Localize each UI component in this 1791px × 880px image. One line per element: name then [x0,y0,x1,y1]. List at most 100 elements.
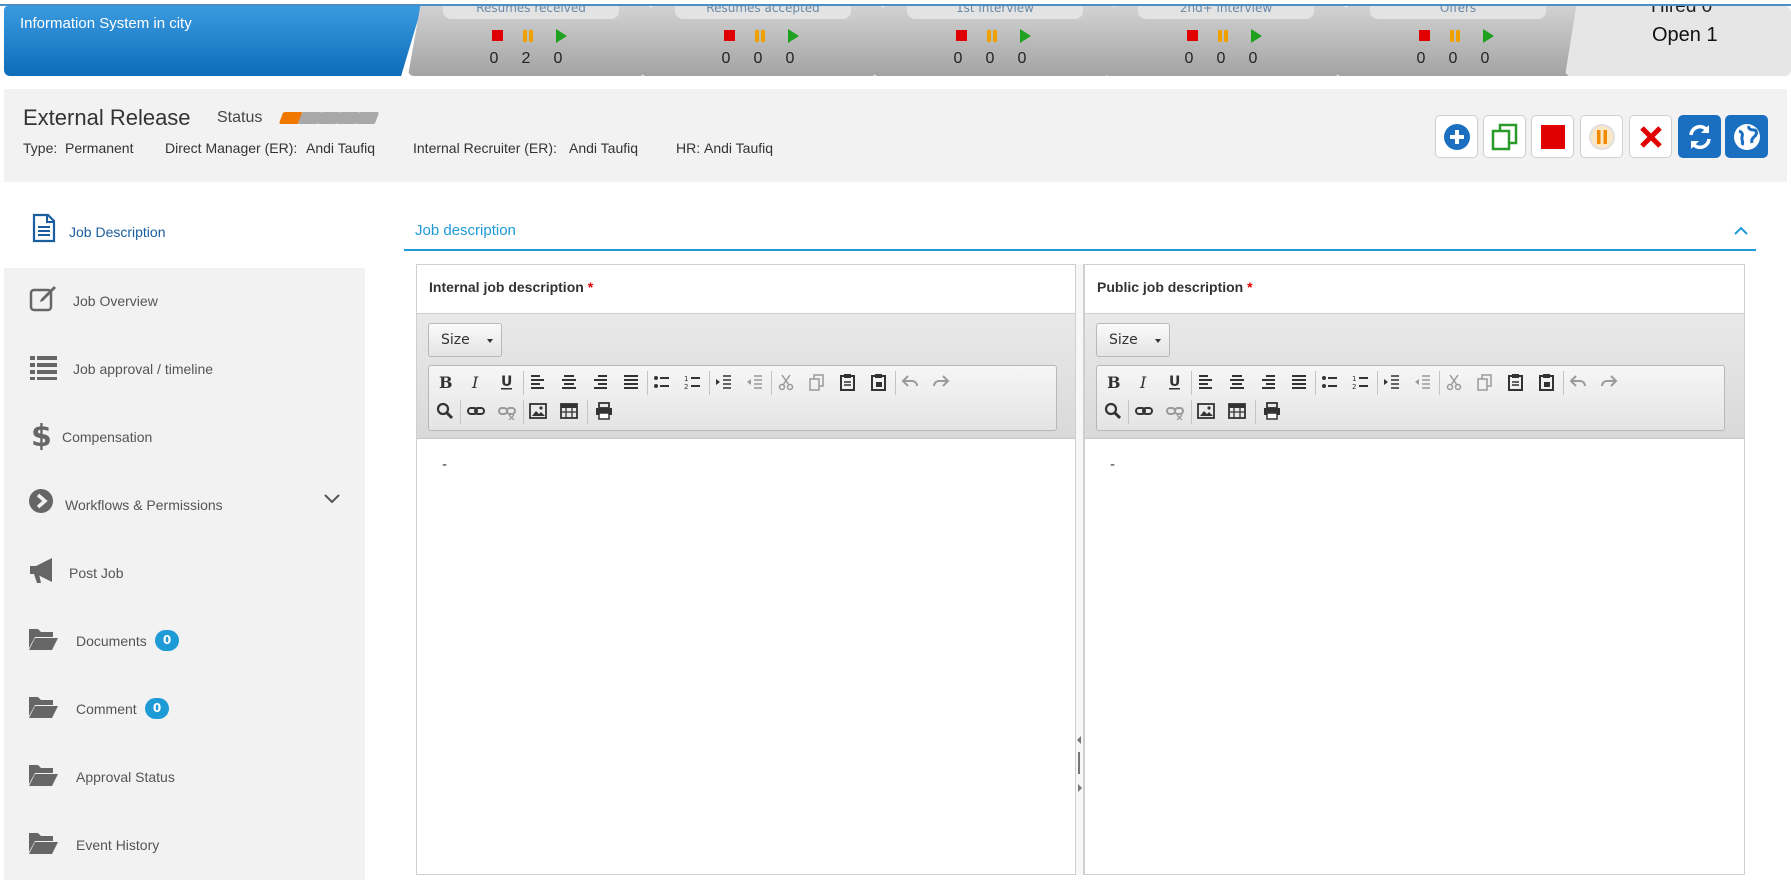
link-button[interactable] [464,399,488,423]
sidebar-item-comment[interactable]: Comment 0 [4,676,365,744]
sidebar-item-post-job[interactable]: Post Job [4,540,365,608]
play-icon[interactable] [788,29,799,43]
pause-icon[interactable] [1218,30,1229,42]
chevron-down-icon[interactable] [324,494,340,504]
sidebar-item-job-approval[interactable]: Job approval / timeline [4,336,365,404]
stage-offers[interactable]: Offers 000 [1335,6,1581,76]
find-button[interactable] [1101,399,1125,423]
image-button[interactable] [1194,399,1218,423]
numbered-list-button[interactable]: 12 [681,370,705,394]
globe-button[interactable] [1725,115,1768,158]
numbered-list-button[interactable]: 12 [1349,370,1373,394]
rich-text-editor[interactable]: - [1085,441,1744,874]
stop-icon[interactable] [724,30,735,41]
align-left-button[interactable] [526,370,550,394]
italic-button[interactable]: I [464,370,488,394]
play-icon[interactable] [1483,29,1494,43]
status-label: Status [217,109,263,126]
image-button[interactable] [526,399,550,423]
align-center-button[interactable] [1225,370,1249,394]
sidebar-item-documents[interactable]: Documents 0 [4,608,365,676]
toolbar-buttons: BI U 12 [1096,365,1725,431]
bold-button[interactable]: B [433,370,457,394]
find-button[interactable] [433,399,457,423]
rich-text-editor[interactable]: - [417,441,1076,874]
svg-text:U: U [501,374,512,390]
redo-button[interactable] [929,370,953,394]
print-button[interactable] [592,399,616,423]
cut-button[interactable] [1442,370,1466,394]
link-button[interactable] [1132,399,1156,423]
cut-button[interactable] [774,370,798,394]
paste-special-button[interactable] [867,370,891,394]
copy-button[interactable] [805,370,829,394]
pause-icon[interactable] [755,30,766,42]
align-right-button[interactable] [1256,370,1280,394]
section-header[interactable]: Job description [404,218,1756,251]
undo-button[interactable] [1566,370,1590,394]
bullet-list-button[interactable] [1318,370,1342,394]
copy-button[interactable] [1473,370,1497,394]
play-icon[interactable] [556,29,567,43]
align-center-button[interactable] [557,370,581,394]
paste-special-button[interactable] [1535,370,1559,394]
stage-resumes-received[interactable]: Resumes received 020 [408,6,654,76]
bold-button[interactable]: B [1101,370,1125,394]
pause-icon[interactable] [523,30,534,42]
stage-1st-interview[interactable]: 1st interview 000 [872,6,1118,76]
panel-splitter[interactable] [1075,264,1084,875]
font-size-select[interactable]: Size [1096,323,1170,357]
refresh-button[interactable] [1678,115,1721,158]
add-button[interactable] [1435,115,1478,158]
play-icon[interactable] [1020,29,1031,43]
bullet-list-button[interactable] [650,370,674,394]
svg-text:2: 2 [1352,383,1356,391]
outdent-button[interactable] [743,370,767,394]
unlink-button[interactable] [495,399,519,423]
sidebar-item-event-history[interactable]: Event History [4,812,365,880]
underline-button[interactable]: U [495,370,519,394]
align-right-button[interactable] [588,370,612,394]
table-button[interactable] [557,399,581,423]
copy-button[interactable] [1483,115,1526,158]
numbered-list-icon: 12 [1352,375,1368,391]
outdent-button[interactable] [1411,370,1435,394]
chevron-up-icon[interactable] [1734,226,1748,235]
table-button[interactable] [1225,399,1249,423]
stop-icon[interactable] [1187,30,1198,41]
close-button[interactable] [1629,115,1672,158]
align-left-button[interactable] [1194,370,1218,394]
paste-button[interactable] [1504,370,1528,394]
sidebar-item-job-description[interactable]: Job Description [4,200,365,268]
stage-resumes-accepted[interactable]: Resumes accepted 000 [640,6,886,76]
italic-button[interactable]: I [1132,370,1156,394]
sidebar-item-job-overview[interactable]: Job Overview [4,268,365,336]
play-icon[interactable] [1251,29,1262,43]
count-active: 0 [1017,50,1027,67]
unlink-button[interactable] [1163,399,1187,423]
pause-icon[interactable] [1450,30,1461,42]
align-justify-button[interactable] [1287,370,1311,394]
sidebar-item-approval-status[interactable]: Approval Status [4,744,365,812]
app-brand[interactable]: Information System in city [4,6,422,76]
indent-button[interactable] [712,370,736,394]
redo-button[interactable] [1597,370,1621,394]
cut-icon [1446,374,1462,391]
sidebar-item-compensation[interactable]: $ Compensation [4,404,365,472]
font-size-select[interactable]: Size [428,323,502,357]
bold-icon: B [1107,373,1121,391]
stop-icon[interactable] [956,30,967,41]
undo-button[interactable] [898,370,922,394]
indent-button[interactable] [1380,370,1404,394]
stop-button[interactable] [1531,115,1574,158]
print-button[interactable] [1260,399,1284,423]
stage-2nd-interview[interactable]: 2nd+ interview 000 [1103,6,1349,76]
pause-icon[interactable] [987,30,998,42]
stop-icon[interactable] [492,30,503,41]
stop-icon[interactable] [1419,30,1430,41]
underline-button[interactable]: U [1163,370,1187,394]
pause-button[interactable] [1580,115,1623,158]
align-justify-button[interactable] [619,370,643,394]
paste-button[interactable] [836,370,860,394]
sidebar-item-workflows[interactable]: Workflows & Permissions [4,472,365,540]
